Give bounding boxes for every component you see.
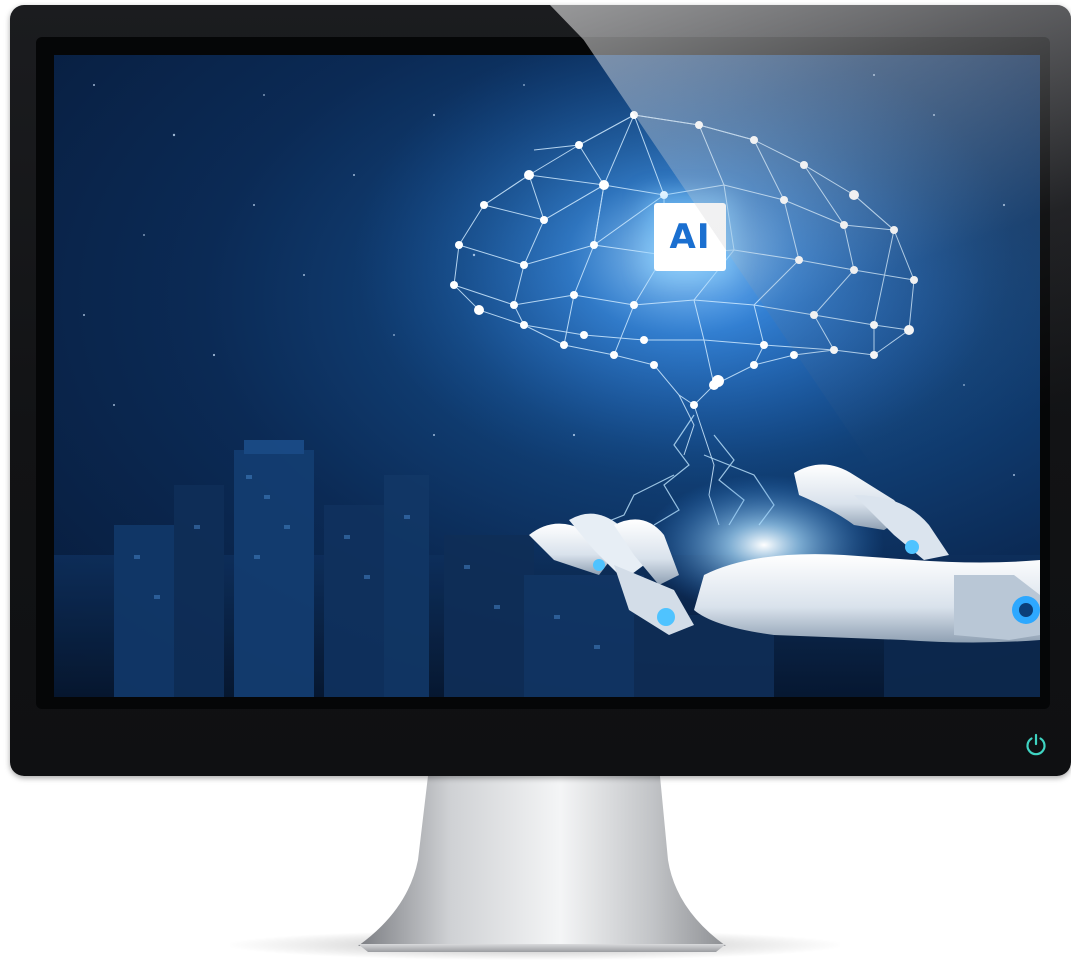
stand-neck [358,776,726,946]
screen-wallpaper: AI [54,55,1040,697]
ai-chip-badge: AI [654,203,726,271]
power-icon [1026,733,1046,756]
stand-base [358,944,726,952]
ai-chip-label: AI [669,217,711,257]
ai-illustration [54,55,1040,697]
power-button[interactable] [1021,730,1051,760]
